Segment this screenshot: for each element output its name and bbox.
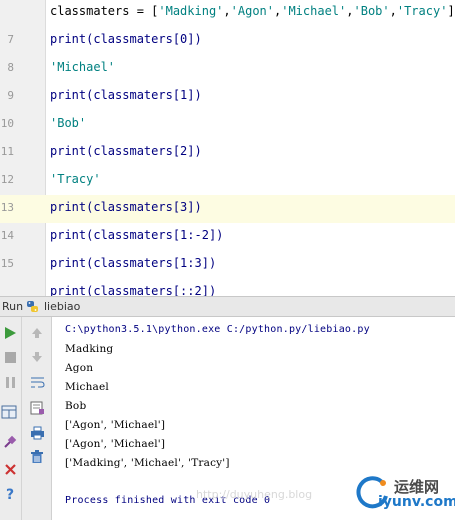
code-line[interactable]: print(classmaters[::2]) [0, 279, 455, 296]
code-text: print(classmaters[2]) [50, 144, 202, 158]
site-logo-watermark: 运维网 iyunv.com [350, 470, 455, 520]
run-tab-label[interactable]: Run [2, 300, 23, 313]
line-number: 12 [0, 173, 14, 186]
code-text: 'Tracy' [50, 172, 101, 186]
console-output-line: Bob [65, 400, 87, 412]
code-text: 'Michael' [50, 60, 116, 74]
line-number: 8 [7, 61, 14, 74]
line-number: 7 [7, 33, 14, 46]
console-output-line: Michael [65, 381, 109, 393]
layout-icon[interactable] [1, 404, 17, 420]
pin-icon[interactable] [2, 434, 18, 450]
code-text: 'Bob' [50, 116, 87, 130]
run-config-name[interactable]: liebiao [44, 300, 80, 313]
code-line[interactable]: 8 'Michael' [0, 55, 455, 83]
code-text-assign: classmaters = ['Madking','Agon','Michael… [50, 4, 455, 18]
console-output-line: Agon [65, 362, 94, 374]
console-output-line: ['Agon', 'Michael'] [65, 438, 166, 450]
scroll-up-icon[interactable] [29, 325, 45, 341]
line-number: 10 [0, 117, 14, 130]
code-text: print(classmaters[0]) [50, 32, 202, 46]
current-code-line[interactable]: 13 print(classmaters[3]) [0, 195, 455, 223]
line-number: 11 [0, 145, 14, 158]
print-icon[interactable] [29, 425, 45, 441]
console-toolbar [22, 317, 52, 520]
code-line[interactable]: 11 print(classmaters[2]) [0, 139, 455, 167]
console-output-line: ['Madking', 'Michael', 'Tracy'] [65, 457, 230, 469]
code-line[interactable]: 14 print(classmaters[1:-2]) [0, 223, 455, 251]
run-tool-window-header: Run liebiao [0, 296, 455, 317]
rerun-icon[interactable] [2, 325, 18, 341]
code-line[interactable]: 12 'Tracy' [0, 167, 455, 195]
line-number: 14 [0, 229, 14, 242]
run-toolbar: ? [0, 317, 22, 520]
code-line[interactable]: 9 print(classmaters[1]) [0, 83, 455, 111]
close-icon[interactable] [2, 461, 18, 477]
code-text: print(classmaters[1]) [50, 88, 202, 102]
watermark-url: http://duyuheng.blog [196, 488, 313, 501]
console-output-line: Madking [65, 343, 114, 355]
code-line[interactable]: 10 'Bob' [0, 111, 455, 139]
scroll-to-end-icon[interactable] [29, 400, 45, 416]
scroll-down-icon[interactable] [29, 349, 45, 365]
console-output-line: ['Agon', 'Michael'] [65, 419, 166, 431]
help-icon[interactable]: ? [2, 487, 18, 503]
python-icon [27, 301, 38, 312]
code-line[interactable]: classmaters = ['Madking','Agon','Michael… [0, 0, 455, 27]
line-number: 13 [0, 201, 14, 214]
console-command-line: C:\python3.5.1\python.exe C:/python.py/l… [65, 324, 370, 335]
code-line[interactable]: 7 print(classmaters[0]) [0, 27, 455, 55]
code-text: print(classmaters[::2]) [50, 284, 217, 296]
code-line[interactable]: 15 print(classmaters[1:3]) [0, 251, 455, 279]
pause-icon[interactable] [2, 374, 18, 390]
code-text: print(classmaters[1:3]) [50, 256, 217, 270]
soft-wrap-icon[interactable] [29, 374, 45, 390]
stop-icon[interactable] [2, 349, 18, 365]
code-text: print(classmaters[3]) [50, 200, 202, 214]
logo-text-en: iyunv.com [378, 494, 455, 510]
line-number: 15 [0, 257, 14, 270]
line-number: 9 [7, 89, 14, 102]
code-text: print(classmaters[1:-2]) [50, 228, 224, 242]
code-editor[interactable]: classmaters = ['Madking','Agon','Michael… [0, 0, 455, 296]
trash-icon[interactable] [29, 449, 45, 465]
